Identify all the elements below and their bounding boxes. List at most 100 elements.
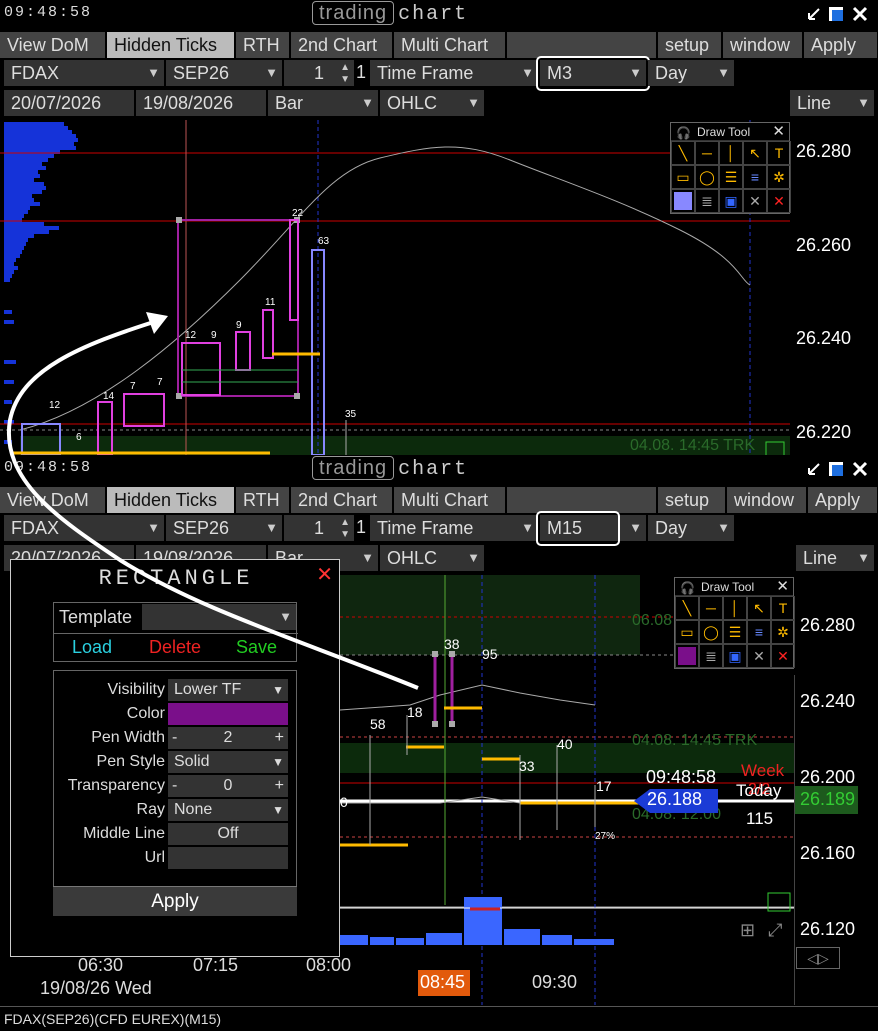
delete-icon[interactable]: ✕ bbox=[767, 189, 791, 213]
close-icon[interactable]: ✕ bbox=[316, 562, 333, 587]
top-tab-multi-chart[interactable]: Multi Chart bbox=[394, 32, 506, 58]
profile-icon[interactable]: ≡ bbox=[747, 620, 771, 644]
top-apply-button[interactable]: Apply bbox=[804, 32, 878, 58]
bottom-tab-hidden-ticks[interactable]: Hidden Ticks bbox=[107, 487, 235, 513]
minus-icon[interactable]: - bbox=[172, 727, 177, 749]
minimize-icon[interactable] bbox=[806, 461, 822, 477]
stepper-arrows-icon[interactable]: ▲ ▼ bbox=[340, 62, 350, 86]
trendline-icon[interactable]: ╲ bbox=[675, 596, 699, 620]
bottom-tab-multi-chart[interactable]: Multi Chart bbox=[394, 487, 506, 513]
settings-icon[interactable]: ✲ bbox=[771, 620, 795, 644]
rectangle-icon[interactable]: ▭ bbox=[671, 165, 695, 189]
top-tab-hidden-ticks[interactable]: Hidden Ticks bbox=[107, 32, 235, 58]
top-from-date[interactable]: 20/07/2026 bbox=[4, 90, 134, 116]
template-select[interactable]: ▼ bbox=[142, 604, 296, 630]
horizontal-line-icon[interactable]: ─ bbox=[695, 141, 719, 165]
pen-style-select[interactable]: Solid ▼ bbox=[168, 751, 288, 773]
plus-icon[interactable]: + bbox=[275, 775, 284, 797]
close-icon[interactable] bbox=[852, 6, 868, 22]
profile-icon[interactable]: ≡ bbox=[743, 165, 767, 189]
top-symbol-select[interactable]: FDAX ▼ bbox=[4, 60, 164, 86]
top-setup-button[interactable]: setup bbox=[658, 32, 722, 58]
fibonacci-icon[interactable]: ☰ bbox=[723, 620, 747, 644]
top-tab-rth[interactable]: RTH bbox=[236, 32, 290, 58]
vertical-line-icon[interactable]: │ bbox=[719, 141, 743, 165]
visibility-select[interactable]: Lower TF ▼ bbox=[168, 679, 288, 701]
color-swatch-icon[interactable] bbox=[671, 189, 695, 213]
middle-line-toggle[interactable]: Off bbox=[168, 823, 288, 845]
close-icon[interactable]: ✕ bbox=[776, 578, 789, 596]
bottom-apply-button[interactable]: Apply bbox=[808, 487, 878, 513]
fill-icon[interactable]: ▣ bbox=[723, 644, 747, 668]
bottom-line-select[interactable]: Line ▼ bbox=[796, 545, 874, 571]
color-swatch[interactable] bbox=[168, 703, 288, 725]
horizontal-line-icon[interactable]: ─ bbox=[699, 596, 723, 620]
top-bar-type-select[interactable]: Bar ▼ bbox=[268, 90, 378, 116]
top-window-button[interactable]: window bbox=[723, 32, 803, 58]
bar-label: 63 bbox=[318, 236, 330, 247]
top-bar-type-value: Bar bbox=[275, 93, 304, 113]
settings-icon[interactable]: ✲ bbox=[767, 165, 791, 189]
minimize-icon[interactable] bbox=[806, 6, 822, 22]
bottom-setup-button[interactable]: setup bbox=[658, 487, 726, 513]
bottom-session-select[interactable]: Day ▼ bbox=[648, 515, 734, 541]
load-button[interactable]: Load bbox=[72, 637, 112, 658]
scroll-arrows[interactable]: ◁▷ bbox=[796, 947, 840, 969]
url-field[interactable] bbox=[168, 847, 288, 869]
text-icon[interactable]: T bbox=[771, 596, 795, 620]
save-button[interactable]: Save bbox=[236, 637, 277, 658]
visibility-value: Lower TF bbox=[174, 681, 242, 698]
bottom-window-button[interactable]: window bbox=[727, 487, 807, 513]
bottom-expiry-select[interactable]: SEP26 ▼ bbox=[166, 515, 282, 541]
bottom-tab-2nd-chart[interactable]: 2nd Chart bbox=[291, 487, 393, 513]
price-tick: 26.240 bbox=[800, 691, 856, 711]
top-tab-view-dom[interactable]: View DoM bbox=[0, 32, 106, 58]
fibonacci-icon[interactable]: ☰ bbox=[719, 165, 743, 189]
bottom-timeframe-label-select[interactable]: Time Frame ▼ bbox=[370, 515, 538, 541]
maximize-icon[interactable] bbox=[828, 461, 844, 477]
top-timeframe-label-select[interactable]: Time Frame ▼ bbox=[370, 60, 538, 86]
top-expiry-select[interactable]: SEP26 ▼ bbox=[166, 60, 282, 86]
ray-icon[interactable]: ↖ bbox=[743, 141, 767, 165]
top-ohlc-select[interactable]: OHLC ▼ bbox=[380, 90, 484, 116]
pen-width-stepper[interactable]: - 2 + bbox=[168, 727, 288, 749]
ray-select[interactable]: None ▼ bbox=[168, 799, 288, 821]
transparency-stepper[interactable]: - 0 + bbox=[168, 775, 288, 797]
close-icon[interactable]: ✕ bbox=[772, 123, 785, 141]
bottom-symbol-select[interactable]: FDAX ▼ bbox=[4, 515, 164, 541]
top-session-select[interactable]: Day ▼ bbox=[648, 60, 734, 86]
text-icon[interactable]: T bbox=[767, 141, 791, 165]
apply-button[interactable]: Apply bbox=[53, 886, 297, 916]
close-icon[interactable] bbox=[852, 461, 868, 477]
top-to-date[interactable]: 19/08/2026 bbox=[136, 90, 266, 116]
minus-icon[interactable]: - bbox=[172, 775, 177, 797]
top-tab-bar: View DoM Hidden Ticks RTH 2nd Chart Mult… bbox=[0, 30, 878, 58]
expand-icon[interactable]: ⤢ bbox=[768, 920, 782, 940]
crosshair-icon[interactable]: ⊞ bbox=[740, 920, 755, 940]
cross-icon[interactable]: ✕ bbox=[747, 644, 771, 668]
vertical-line-icon[interactable]: │ bbox=[723, 596, 747, 620]
bottom-ohlc-select[interactable]: OHLC ▼ bbox=[380, 545, 484, 571]
plus-icon[interactable]: + bbox=[275, 727, 284, 749]
fill-icon[interactable]: ▣ bbox=[719, 189, 743, 213]
maximize-icon[interactable] bbox=[828, 6, 844, 22]
bottom-tab-rth[interactable]: RTH bbox=[236, 487, 290, 513]
top-chart-area[interactable]: 22 63 12 9 9 11 14 7 7 12 6 35 04.08. 14… bbox=[0, 120, 878, 455]
line-style-icon[interactable]: ≣ bbox=[699, 644, 723, 668]
cross-icon[interactable]: ✕ bbox=[743, 189, 767, 213]
ellipse-icon[interactable]: ◯ bbox=[699, 620, 723, 644]
rectangle-icon[interactable]: ▭ bbox=[675, 620, 699, 644]
line-style-icon[interactable]: ≣ bbox=[695, 189, 719, 213]
color-swatch-icon[interactable] bbox=[675, 644, 699, 668]
top-tab-2nd-chart[interactable]: 2nd Chart bbox=[291, 32, 393, 58]
ray-icon[interactable]: ↖ bbox=[747, 596, 771, 620]
ellipse-icon[interactable]: ◯ bbox=[695, 165, 719, 189]
top-qty-stepper[interactable]: 1 ▲ ▼ bbox=[284, 60, 354, 86]
delete-icon[interactable]: ✕ bbox=[771, 644, 795, 668]
bottom-qty-stepper[interactable]: 1 ▲ ▼ bbox=[284, 515, 354, 541]
top-line-select[interactable]: Line ▼ bbox=[790, 90, 874, 116]
delete-button[interactable]: Delete bbox=[149, 637, 201, 658]
stepper-arrows-icon[interactable]: ▲ ▼ bbox=[340, 517, 350, 541]
bottom-tab-view-dom[interactable]: View DoM bbox=[0, 487, 106, 513]
trendline-icon[interactable]: ╲ bbox=[671, 141, 695, 165]
